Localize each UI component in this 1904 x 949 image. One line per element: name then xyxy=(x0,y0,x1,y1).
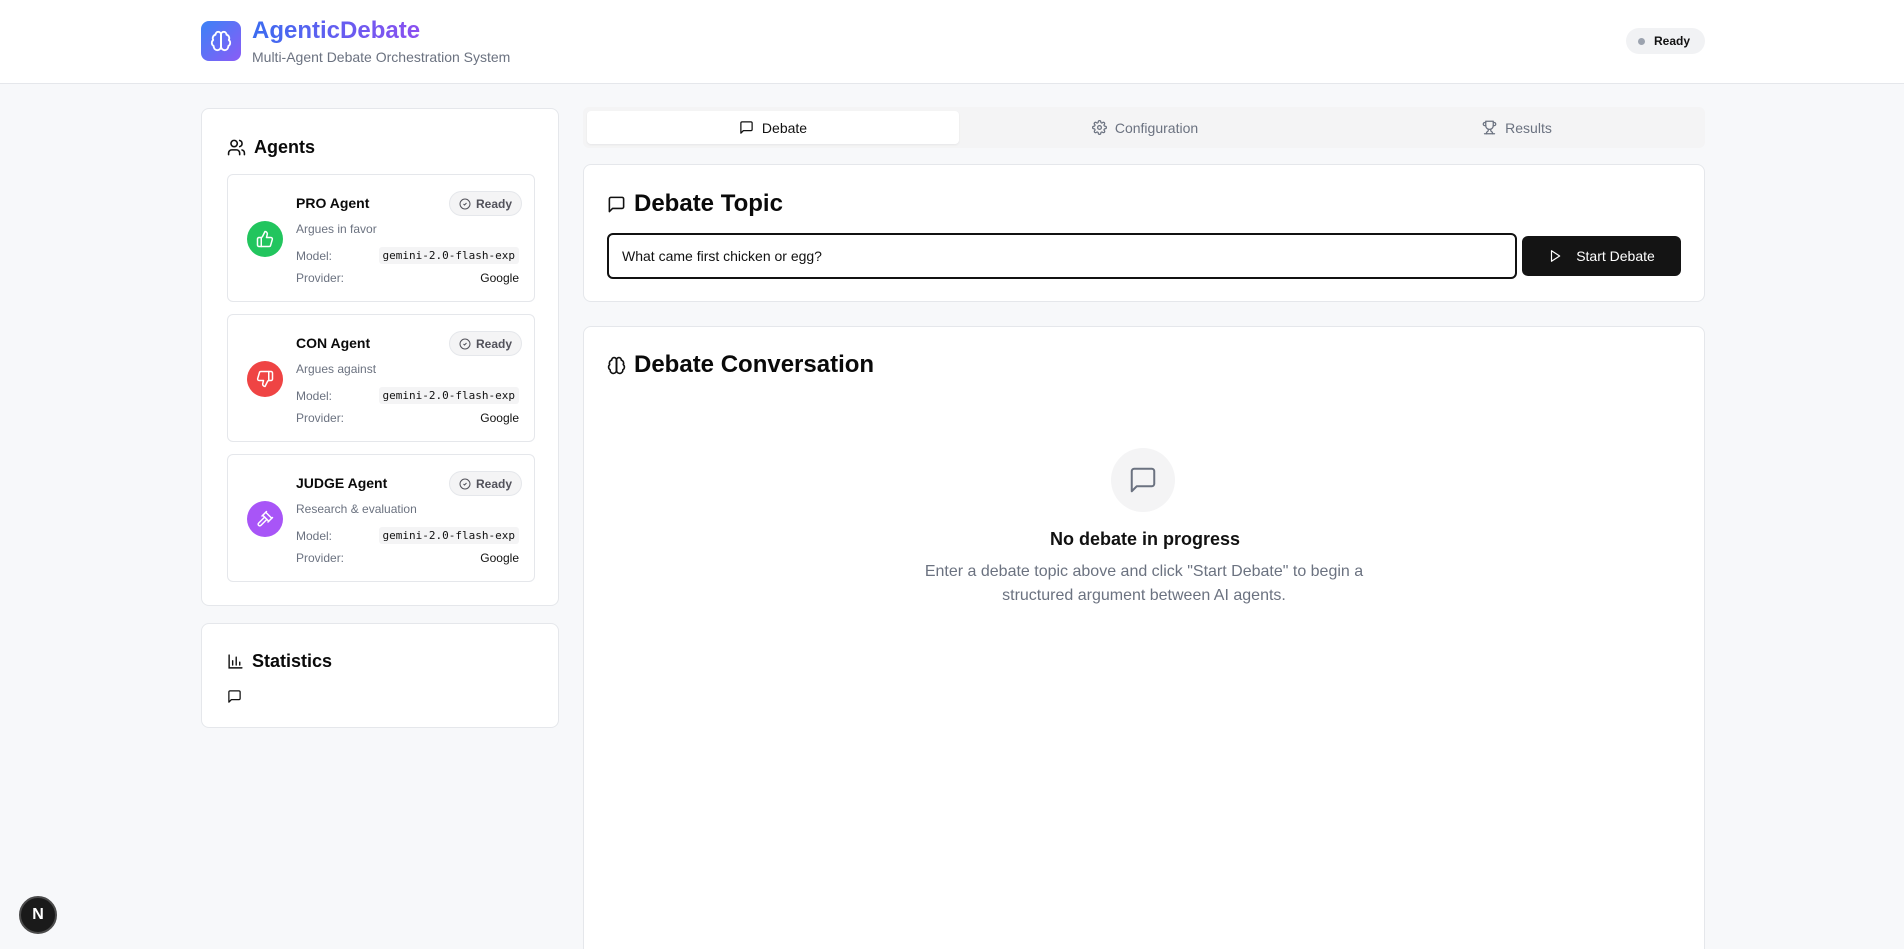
app-subtitle: Multi-Agent Debate Orchestration System xyxy=(252,49,511,65)
debate-topic-title-text: Debate Topic xyxy=(634,190,783,217)
status-badge: Ready xyxy=(1626,28,1705,54)
provider-label: Provider: xyxy=(296,271,345,285)
model-value: gemini-2.0-flash-exp xyxy=(378,527,519,544)
tab-label: Configuration xyxy=(1114,119,1199,136)
agent-card-judge[interactable]: JUDGE Agent Ready Research & evaluation … xyxy=(227,454,535,582)
message-icon xyxy=(740,121,753,134)
brain-icon xyxy=(607,356,626,374)
model-value: gemini-2.0-flash-exp xyxy=(378,387,519,404)
agent-description: Argues in favor xyxy=(296,222,377,236)
start-debate-button[interactable]: Start Debate xyxy=(1522,236,1681,276)
gear-icon xyxy=(1091,120,1107,135)
agent-avatar xyxy=(247,501,283,537)
model-value: gemini-2.0-flash-exp xyxy=(378,247,519,264)
model-label: Model: xyxy=(296,249,333,263)
debate-topic-input[interactable] xyxy=(607,233,1517,279)
agent-avatar xyxy=(247,361,283,397)
empty-state-title: No debate in progress xyxy=(1049,529,1241,549)
agents-panel: Agents PRO Agent Ready Argues in favor M… xyxy=(201,108,559,606)
statistics-panel: Statistics xyxy=(201,623,559,728)
provider-label: Provider: xyxy=(296,411,345,425)
users-icon xyxy=(227,139,246,156)
debate-topic-title: Debate Topic xyxy=(607,190,783,218)
start-debate-label: Start Debate xyxy=(1576,248,1655,264)
agent-status-text: Ready xyxy=(476,336,513,351)
dev-tools-badge[interactable]: N xyxy=(19,896,57,934)
provider-value: Google xyxy=(480,411,519,425)
check-circle-icon xyxy=(459,478,471,489)
provider-value: Google xyxy=(480,271,519,285)
check-circle-icon xyxy=(459,198,471,209)
statistics-title-text: Statistics xyxy=(252,651,333,671)
trophy-icon xyxy=(1482,120,1497,135)
agent-name: CON Agent xyxy=(296,335,371,351)
main-tabs: Debate Configuration Results xyxy=(583,107,1705,148)
agent-status-badge: Ready xyxy=(449,471,523,496)
agent-card-con[interactable]: CON Agent Ready Argues against Model: ge… xyxy=(227,314,535,442)
debate-conversation-panel: Debate Conversation No debate in progres… xyxy=(583,326,1705,949)
tab-configuration[interactable]: Configuration xyxy=(959,111,1331,144)
provider-label: Provider: xyxy=(296,551,345,565)
tab-debate[interactable]: Debate xyxy=(587,111,959,144)
provider-value: Google xyxy=(480,551,519,565)
agents-title: Agents xyxy=(227,137,315,158)
dev-badge-letter: N xyxy=(32,906,44,923)
agent-status-text: Ready xyxy=(476,476,513,491)
debate-topic-panel: Debate Topic Start Debate xyxy=(583,164,1705,302)
debate-conversation-title: Debate Conversation xyxy=(607,351,874,379)
tab-label: Debate xyxy=(761,119,808,136)
model-label: Model: xyxy=(296,529,333,543)
bar-chart-icon xyxy=(228,654,243,669)
tab-results[interactable]: Results xyxy=(1331,111,1703,144)
message-icon xyxy=(1130,467,1156,493)
agent-name: JUDGE Agent xyxy=(296,475,388,491)
app-header: AgenticDebate Multi-Agent Debate Orchest… xyxy=(0,0,1904,84)
message-icon xyxy=(608,196,625,212)
agents-title-text: Agents xyxy=(254,137,316,157)
play-icon xyxy=(1551,250,1561,262)
status-dot-icon xyxy=(1638,37,1645,45)
empty-state-description: Enter a debate topic above and click "St… xyxy=(924,563,1364,604)
agent-status-badge: Ready xyxy=(449,331,523,356)
brain-icon xyxy=(210,30,232,52)
message-icon xyxy=(228,690,241,703)
thumbs-up-icon xyxy=(256,230,274,248)
agent-status-badge: Ready xyxy=(449,191,523,216)
thumbs-down-icon xyxy=(256,370,274,388)
statistics-title: Statistics xyxy=(227,651,332,672)
logo xyxy=(201,21,241,61)
agent-status-text: Ready xyxy=(476,196,513,211)
agent-card-pro[interactable]: PRO Agent Ready Argues in favor Model: g… xyxy=(227,174,535,302)
agent-avatar xyxy=(247,221,283,257)
empty-state-icon xyxy=(1111,448,1175,512)
agent-description: Argues against xyxy=(296,362,377,376)
gavel-icon xyxy=(257,510,274,527)
debate-conversation-title-text: Debate Conversation xyxy=(634,351,875,378)
status-label: Ready xyxy=(1654,34,1691,48)
agent-description: Research & evaluation xyxy=(296,502,417,516)
app-title: AgenticDebate xyxy=(252,17,421,44)
agent-name: PRO Agent xyxy=(296,195,370,211)
check-circle-icon xyxy=(459,338,471,349)
tab-label: Results xyxy=(1505,119,1552,136)
model-label: Model: xyxy=(296,389,333,403)
